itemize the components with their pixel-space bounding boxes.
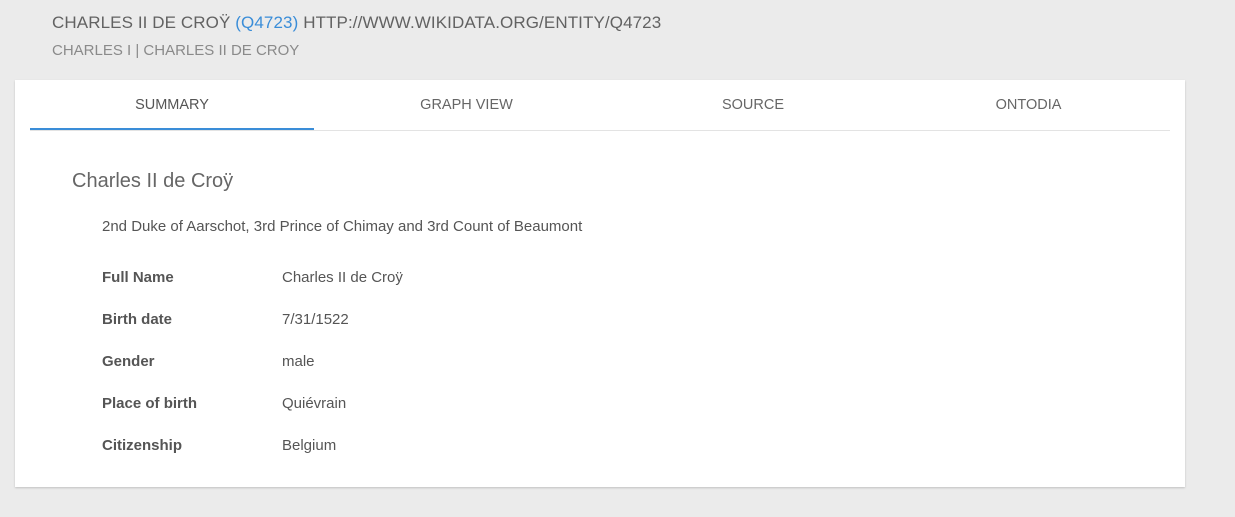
summary-panel: Charles II de Croÿ 2nd Duke of Aarschot,… — [72, 168, 1132, 478]
property-value: male — [282, 353, 315, 370]
property-list: Full Name Charles II de Croÿ Birth date … — [102, 268, 1132, 478]
property-row-birth-date: Birth date 7/31/1522 — [102, 310, 1132, 352]
entity-qid-link[interactable]: (Q4723) — [235, 13, 298, 32]
property-label: Birth date — [102, 311, 173, 328]
page-title: CHARLES II DE CROŸ (Q4723) HTTP://WWW.WI… — [52, 11, 1212, 35]
tab-graph-view[interactable]: GRAPH VIEW — [314, 80, 619, 130]
entity-uri: HTTP://WWW.WIKIDATA.ORG/ENTITY/Q4723 — [303, 13, 662, 32]
alternative-labels: CHARLES I | CHARLES II DE CROY — [52, 42, 300, 59]
entity-card: SUMMARY GRAPH VIEW SOURCE ONTODIA Charle… — [15, 80, 1185, 487]
tab-summary[interactable]: SUMMARY — [30, 80, 314, 130]
property-row-gender: Gender male — [102, 352, 1132, 394]
entity-header: CHARLES II DE CROŸ (Q4723) HTTP://WWW.WI… — [52, 11, 1212, 61]
entity-name-heading: Charles II de Croÿ — [72, 170, 234, 192]
tab-ontodia[interactable]: ONTODIA — [887, 80, 1170, 130]
property-row-citizenship: Citizenship Belgium — [102, 436, 1132, 478]
property-label: Full Name — [102, 269, 174, 286]
tab-bar: SUMMARY GRAPH VIEW SOURCE ONTODIA — [30, 80, 1170, 131]
property-value: 7/31/1522 — [282, 311, 349, 328]
page: CHARLES II DE CROŸ (Q4723) HTTP://WWW.WI… — [0, 0, 1235, 517]
entity-title: CHARLES II DE CROŸ — [52, 13, 231, 32]
tab-source[interactable]: SOURCE — [619, 80, 887, 130]
property-value: Belgium — [282, 437, 337, 454]
property-label: Gender — [102, 353, 155, 370]
property-row-full-name: Full Name Charles II de Croÿ — [102, 268, 1132, 310]
property-label: Citizenship — [102, 437, 183, 454]
property-row-place-of-birth: Place of birth Quiévrain — [102, 394, 1132, 436]
property-value: Charles II de Croÿ — [282, 269, 403, 286]
property-label: Place of birth — [102, 395, 198, 412]
property-value: Quiévrain — [282, 395, 347, 412]
entity-description: 2nd Duke of Aarschot, 3rd Prince of Chim… — [102, 218, 583, 235]
